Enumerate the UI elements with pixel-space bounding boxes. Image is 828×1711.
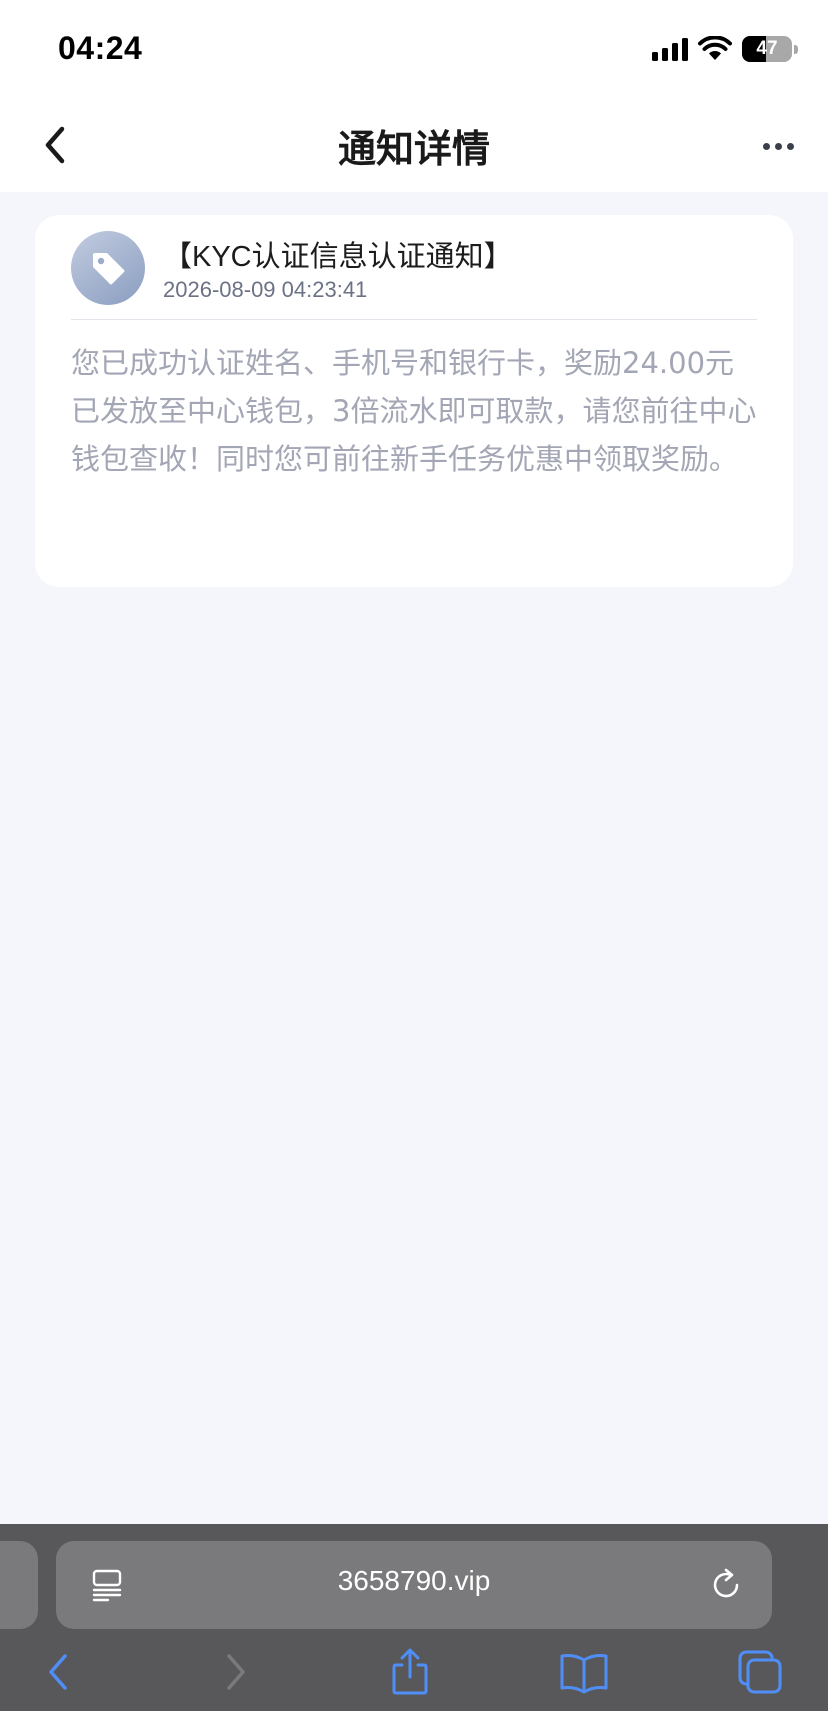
browser-bottom-bar: 3658790.vip [0, 1524, 828, 1711]
browser-forward-button[interactable] [208, 1644, 264, 1700]
status-icons: 47 [652, 34, 798, 64]
address-bar[interactable]: 3658790.vip [56, 1541, 772, 1629]
status-bar: 04:24 47 [0, 0, 828, 100]
nav-bar: 通知详情 [0, 100, 828, 192]
battery-level: 47 [756, 38, 778, 59]
tabs-button[interactable] [732, 1644, 788, 1700]
tabs-icon [738, 1650, 782, 1694]
notification-card: 【KYC认证信息认证通知】 2026-08-09 04:23:41 您已成功认证… [35, 215, 793, 587]
bookmarks-icon [560, 1654, 608, 1694]
battery-tip [794, 44, 798, 54]
battery-icon: 47 [742, 36, 792, 62]
forward-icon [227, 1654, 245, 1690]
cellular-signal-icon [652, 37, 688, 61]
wifi-icon [698, 36, 732, 60]
reload-icon[interactable] [706, 1565, 746, 1605]
browser-back-button[interactable] [30, 1644, 86, 1700]
bookmarks-button[interactable] [556, 1644, 612, 1700]
more-button[interactable] [756, 126, 800, 166]
notification-timestamp: 2026-08-09 04:23:41 [163, 277, 368, 302]
divider [71, 319, 757, 320]
notification-title: 【KYC认证信息认证通知】 [163, 241, 513, 273]
notification-avatar [71, 231, 145, 305]
share-button[interactable] [382, 1644, 438, 1700]
notification-body: 您已成功认证姓名、手机号和银行卡，奖励24.00元已发放至中心钱包，3倍流水即可… [71, 346, 757, 476]
more-dots-icon [762, 142, 770, 150]
tag-icon [93, 253, 125, 285]
browser-toolbar [0, 1636, 828, 1711]
status-time: 04:24 [58, 30, 143, 66]
url-text[interactable]: 3658790.vip [56, 1565, 772, 1597]
back-icon [49, 1654, 67, 1690]
previous-tab-preview[interactable] [0, 1541, 38, 1629]
share-icon [392, 1648, 428, 1695]
page-title: 通知详情 [337, 127, 490, 171]
